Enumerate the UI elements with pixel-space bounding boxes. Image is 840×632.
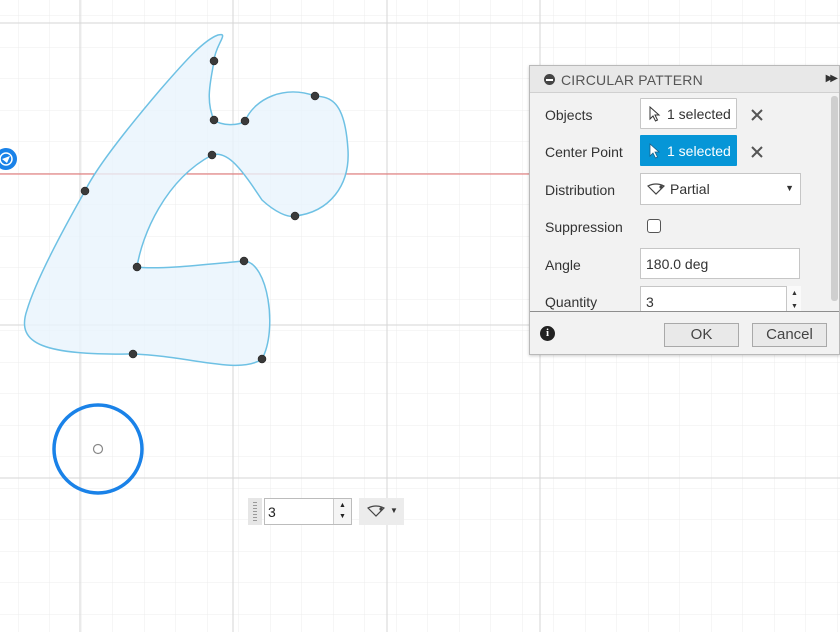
cursor-icon — [649, 106, 661, 122]
suppression-checkbox[interactable] — [647, 219, 661, 233]
canvas-quantity-value: 3 — [268, 504, 276, 520]
center-point-selected-count: 1 selected — [667, 143, 731, 159]
distribution-value: Partial — [670, 181, 710, 197]
quantity-stepper[interactable]: ▲ ▼ — [640, 286, 801, 314]
dialog-scrollbar[interactable] — [831, 96, 838, 301]
angle-label: Angle — [545, 257, 581, 273]
suppression-label: Suppression — [545, 219, 623, 235]
dialog-title: CIRCULAR PATTERN — [561, 72, 703, 88]
dialog-footer: i OK Cancel — [530, 311, 839, 354]
quantity-input[interactable] — [640, 286, 801, 314]
spin-up-icon[interactable]: ▲ — [339, 502, 346, 509]
center-point-label: Center Point — [545, 144, 623, 160]
distribution-label: Distribution — [545, 182, 616, 198]
canvas-quantity-field[interactable]: 3 ▲ ▼ — [264, 498, 352, 525]
collapse-icon[interactable] — [544, 74, 555, 85]
chevron-down-icon: ▼ — [785, 183, 794, 193]
spin-down-icon[interactable]: ▼ — [791, 303, 798, 310]
clear-center-point-icon[interactable] — [750, 145, 764, 159]
clear-objects-icon[interactable] — [750, 108, 764, 122]
partial-icon — [367, 505, 385, 517]
angle-input[interactable] — [640, 248, 800, 279]
canvas-distribution-dropdown[interactable]: ▼ — [359, 498, 404, 525]
center-point-select-button[interactable]: 1 selected — [640, 135, 737, 166]
pattern-origin-icon[interactable] — [0, 146, 19, 172]
quantity-spin-buttons[interactable]: ▲ ▼ — [786, 286, 801, 314]
objects-select-button[interactable]: 1 selected — [640, 98, 737, 129]
cancel-button[interactable]: Cancel — [752, 323, 827, 347]
chevron-down-icon: ▼ — [390, 506, 398, 515]
circular-pattern-dialog: CIRCULAR PATTERN ▶▶ Objects 1 selected C… — [529, 65, 840, 355]
distribution-dropdown[interactable]: Partial ▼ — [640, 173, 801, 205]
canvas-quantity-spin[interactable]: ▲ ▼ — [333, 499, 351, 524]
objects-label: Objects — [545, 107, 593, 123]
spin-down-icon[interactable]: ▼ — [339, 513, 346, 520]
center-point[interactable] — [92, 443, 104, 455]
quantity-label: Quantity — [545, 294, 598, 310]
info-icon[interactable]: i — [540, 326, 555, 341]
expand-icon[interactable]: ▶▶ — [826, 73, 839, 84]
drag-handle[interactable] — [248, 498, 262, 525]
cursor-icon — [649, 143, 661, 159]
dialog-header: CIRCULAR PATTERN ▶▶ — [530, 66, 839, 93]
spin-up-icon[interactable]: ▲ — [791, 290, 798, 297]
ok-button[interactable]: OK — [664, 323, 739, 347]
canvas-quantity-input[interactable]: 3 ▲ ▼ — [248, 498, 352, 525]
partial-icon — [647, 183, 665, 195]
objects-selected-count: 1 selected — [667, 106, 731, 122]
